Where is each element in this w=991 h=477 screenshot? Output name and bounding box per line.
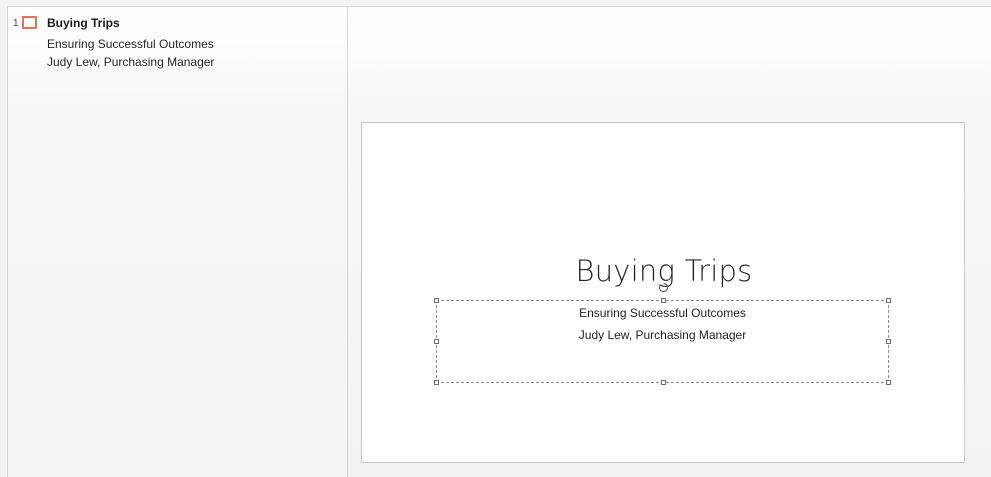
slide-canvas[interactable]: Buying Trips Ensuring Successful Outcome… [361, 122, 965, 463]
resize-handle-top-right[interactable] [886, 298, 891, 303]
resize-handle-bottom-right[interactable] [886, 380, 891, 385]
outline-subtitle-line-1[interactable]: Ensuring Successful Outcomes [47, 37, 214, 51]
resize-handle-bottom-left[interactable] [434, 380, 439, 385]
resize-handle-top-left[interactable] [434, 298, 439, 303]
subtitle-placeholder[interactable]: Ensuring Successful Outcomes Judy Lew, P… [434, 282, 891, 385]
resize-handle-bottom-middle[interactable] [661, 380, 666, 385]
presentation-app: 1 Buying Trips Ensuring Successful Outco… [0, 0, 991, 477]
subtitle-line-1[interactable]: Ensuring Successful Outcomes [437, 306, 888, 320]
slide-editing-pane: Buying Trips Ensuring Successful Outcome… [348, 6, 991, 477]
outline-subtitle-line-2[interactable]: Judy Lew, Purchasing Manager [47, 55, 214, 69]
resize-handle-top-middle[interactable] [661, 298, 666, 303]
outline-pane[interactable]: 1 Buying Trips Ensuring Successful Outco… [7, 6, 348, 477]
rotate-handle-icon[interactable] [658, 282, 669, 293]
subtitle-line-2[interactable]: Judy Lew, Purchasing Manager [437, 328, 888, 342]
outline-slide-title[interactable]: Buying Trips [47, 16, 120, 30]
slide-icon[interactable] [22, 16, 37, 29]
outline-slide-number: 1 [13, 18, 19, 29]
